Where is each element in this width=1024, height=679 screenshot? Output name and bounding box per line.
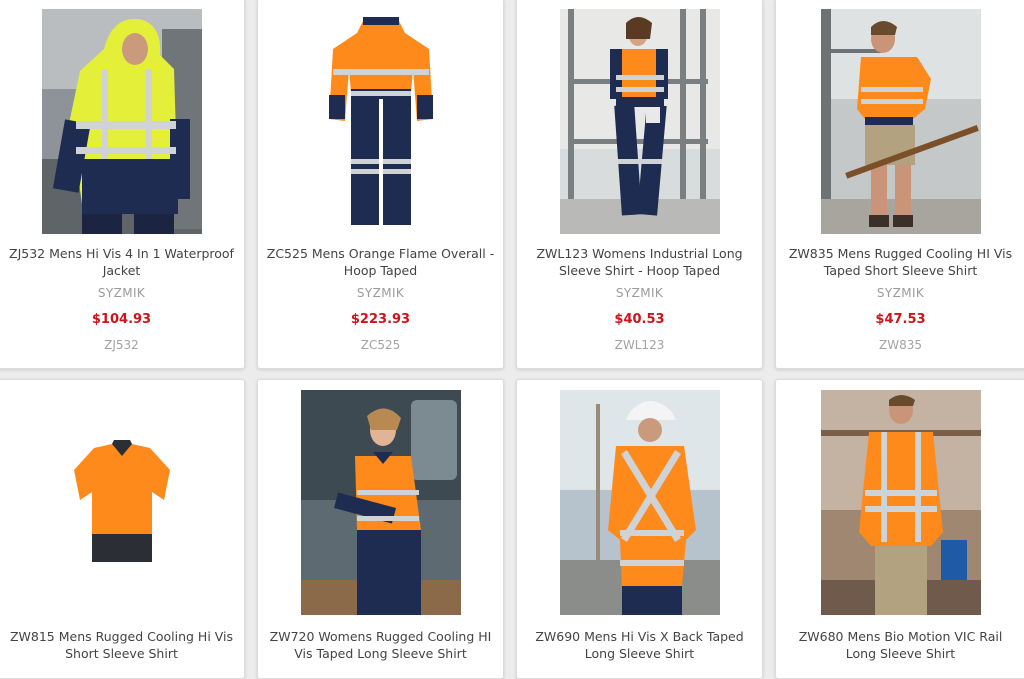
product-image[interactable] (820, 390, 981, 615)
product-brand: SYZMIK (615, 286, 664, 300)
product-image[interactable] (559, 390, 720, 615)
product-title[interactable]: ZW835 Mens Rugged Cooling HI Vis Taped S… (784, 245, 1017, 279)
product-card[interactable]: ZW720 Womens Rugged Cooling HI Vis Taped… (257, 379, 504, 679)
product-sku: ZW835 (879, 338, 922, 352)
product-sku: ZWL123 (614, 338, 665, 352)
product-sku: ZC525 (360, 338, 401, 352)
product-image[interactable] (41, 9, 202, 234)
product-sku: ZJ532 (104, 338, 139, 352)
product-card[interactable]: ZW815 Mens Rugged Cooling Hi Vis Short S… (0, 379, 245, 679)
product-brand: SYZMIK (97, 286, 146, 300)
product-grid: ZJ532 Mens Hi Vis 4 In 1 Waterproof Jack… (0, 0, 1024, 679)
product-card[interactable]: ZJ532 Mens Hi Vis 4 In 1 Waterproof Jack… (0, 0, 245, 369)
product-card[interactable]: ZW690 Mens Hi Vis X Back Taped Long Slee… (516, 379, 763, 679)
product-card[interactable]: ZC525 Mens Orange Flame Overall - Hoop T… (257, 0, 504, 369)
product-title[interactable]: ZWL123 Womens Industrial Long Sleeve Shi… (525, 245, 754, 279)
product-brand: SYZMIK (876, 286, 925, 300)
product-image[interactable] (300, 390, 461, 615)
product-price: $104.93 (91, 312, 152, 327)
product-image[interactable] (820, 9, 981, 234)
product-title[interactable]: ZC525 Mens Orange Flame Overall - Hoop T… (266, 245, 495, 279)
product-title[interactable]: ZW680 Mens Bio Motion VIC Rail Long Slee… (784, 628, 1017, 662)
product-image[interactable] (559, 9, 720, 234)
product-title[interactable]: ZW720 Womens Rugged Cooling HI Vis Taped… (266, 628, 495, 662)
product-title[interactable]: ZW815 Mens Rugged Cooling Hi Vis Short S… (7, 628, 236, 662)
product-card[interactable]: ZW835 Mens Rugged Cooling HI Vis Taped S… (775, 0, 1024, 369)
product-title[interactable]: ZJ532 Mens Hi Vis 4 In 1 Waterproof Jack… (7, 245, 236, 279)
product-image[interactable] (41, 390, 202, 615)
product-price: $47.53 (875, 312, 926, 327)
product-price: $40.53 (614, 312, 665, 327)
product-brand: SYZMIK (356, 286, 405, 300)
product-price: $223.93 (350, 312, 411, 327)
product-card[interactable]: ZWL123 Womens Industrial Long Sleeve Shi… (516, 0, 763, 369)
product-image[interactable] (300, 9, 461, 234)
product-card[interactable]: ZW680 Mens Bio Motion VIC Rail Long Slee… (775, 379, 1024, 679)
product-title[interactable]: ZW690 Mens Hi Vis X Back Taped Long Slee… (525, 628, 754, 662)
